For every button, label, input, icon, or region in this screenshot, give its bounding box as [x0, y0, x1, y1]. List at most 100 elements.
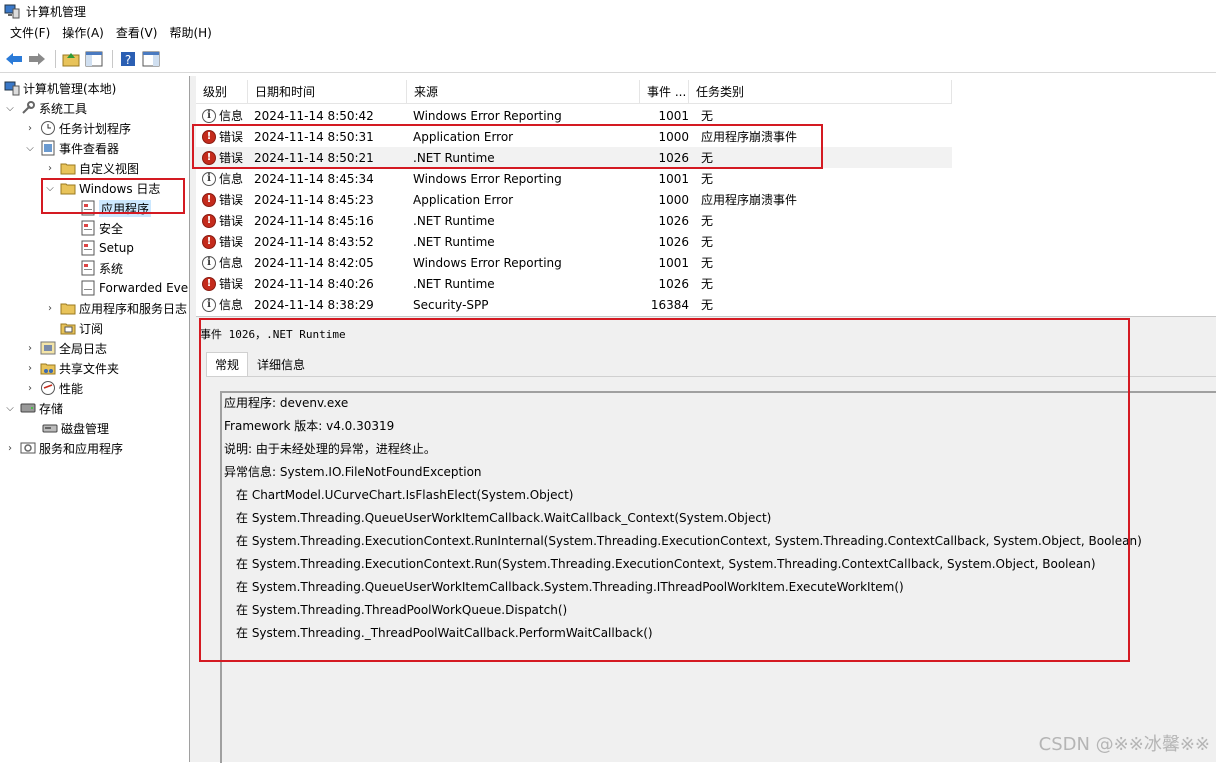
toolbar: ?	[0, 45, 1216, 73]
column-header-source[interactable]: 来源	[407, 80, 640, 104]
event-row[interactable]: i信息2024-11-14 8:45:34Windows Error Repor…	[196, 168, 952, 189]
tree-task-scheduler[interactable]: › 任务计划程序	[24, 118, 131, 138]
help-button[interactable]: ?	[118, 49, 138, 69]
chevron-down-icon[interactable]: ⌵	[24, 143, 36, 154]
event-row[interactable]: i信息2024-11-14 8:38:29Security-SPP16384无	[196, 294, 952, 315]
event-row[interactable]: !错误2024-11-14 8:45:16.NET Runtime1026无	[196, 210, 952, 231]
event-row[interactable]: !错误2024-11-14 8:50:21.NET Runtime1026无	[196, 147, 952, 168]
error-icon: !	[202, 214, 216, 228]
chevron-right-icon[interactable]: ›	[24, 123, 36, 134]
event-row[interactable]: !错误2024-11-14 8:50:31Application Error10…	[196, 126, 952, 147]
tree-shared-folders[interactable]: › 共享文件夹	[24, 358, 119, 378]
tree-storage[interactable]: ⌵ 存储	[4, 398, 63, 418]
event-row[interactable]: !错误2024-11-14 8:40:26.NET Runtime1026无	[196, 273, 952, 294]
stack-trace-line: 在 System.Threading.QueueUserWorkItemCall…	[236, 577, 904, 597]
event-id-cell: 1001	[640, 256, 689, 270]
description-line: 异常信息: System.IO.FileNotFoundException	[224, 462, 482, 482]
tree-security-log[interactable]: 安全	[80, 218, 123, 238]
tree-app-service-logs[interactable]: › 应用程序和服务日志	[44, 298, 187, 318]
column-header-event-id[interactable]: 事件 ...	[640, 80, 689, 104]
tree-label: 安全	[99, 220, 123, 237]
log-icon	[80, 220, 96, 236]
event-id-cell: 1001	[640, 172, 689, 186]
tree-global-log[interactable]: › 全局日志	[24, 338, 107, 358]
tree-custom-views[interactable]: › 自定义视图	[44, 158, 139, 178]
tree-event-viewer[interactable]: ⌵ 事件查看器	[24, 138, 119, 158]
console-tree-icon	[85, 51, 103, 67]
chevron-right-icon[interactable]: ›	[44, 303, 56, 314]
info-icon: i	[202, 172, 216, 186]
event-row[interactable]: i信息2024-11-14 8:42:05Windows Error Repor…	[196, 252, 952, 273]
event-description[interactable]: 应用程序: devenv.exe Framework 版本: v4.0.3031…	[220, 391, 1216, 763]
disk-icon	[42, 420, 58, 436]
tree-application-log[interactable]: 应用程序	[80, 198, 151, 218]
tree-label: 系统工具	[39, 100, 87, 117]
chevron-down-icon[interactable]: ⌵	[4, 103, 16, 114]
tree-system-log[interactable]: 系统	[80, 258, 123, 278]
event-row[interactable]: !错误2024-11-14 8:45:23Application Error10…	[196, 189, 952, 210]
show-action-pane-button[interactable]	[141, 49, 161, 69]
level-cell: i信息	[196, 254, 248, 271]
up-level-button[interactable]	[61, 49, 81, 69]
source-cell: .NET Runtime	[407, 235, 640, 249]
level-cell: !错误	[196, 275, 248, 292]
level-cell: !错误	[196, 233, 248, 250]
column-header-category[interactable]: 任务类别	[689, 80, 952, 104]
level-text: 信息	[219, 107, 243, 124]
computer-management-icon	[4, 3, 20, 19]
menu-file[interactable]: 文件(F)	[4, 22, 56, 45]
info-icon: i	[202, 109, 216, 123]
level-text: 信息	[219, 296, 243, 313]
source-cell: .NET Runtime	[407, 277, 640, 291]
tree-setup-log[interactable]: Setup	[80, 238, 134, 258]
menu-action[interactable]: 操作(A)	[56, 22, 110, 45]
tree-windows-logs[interactable]: ⌵ Windows 日志	[44, 178, 160, 198]
chevron-right-icon[interactable]: ›	[4, 443, 16, 454]
back-button[interactable]	[4, 49, 24, 69]
chevron-right-icon[interactable]: ›	[24, 383, 36, 394]
column-header-datetime[interactable]: 日期和时间	[248, 80, 407, 104]
show-hide-tree-button[interactable]	[84, 49, 104, 69]
category-cell: 无	[689, 212, 939, 229]
event-row[interactable]: !错误2024-11-14 8:43:52.NET Runtime1026无	[196, 231, 952, 252]
forward-button[interactable]	[27, 49, 47, 69]
help-icon: ?	[120, 51, 136, 67]
datetime-cell: 2024-11-14 8:38:29	[248, 298, 407, 312]
event-row[interactable]: i信息2024-11-14 8:50:42Windows Error Repor…	[196, 105, 952, 126]
menu-view[interactable]: 查看(V)	[110, 22, 164, 45]
tree-disk-management[interactable]: 磁盘管理	[42, 418, 109, 438]
description-line: 说明: 由于未经处理的异常，进程终止。	[224, 439, 436, 459]
tree-system-tools[interactable]: ⌵ 系统工具	[4, 98, 87, 118]
level-text: 错误	[219, 149, 243, 166]
tab-general[interactable]: 常规	[206, 352, 248, 376]
category-cell: 无	[689, 107, 939, 124]
category-cell: 应用程序崩溃事件	[689, 191, 939, 208]
chevron-right-icon[interactable]: ›	[24, 363, 36, 374]
datetime-cell: 2024-11-14 8:42:05	[248, 256, 407, 270]
tree-services-apps[interactable]: › 服务和应用程序	[4, 438, 123, 458]
event-viewer-icon	[40, 140, 56, 156]
chevron-right-icon[interactable]: ›	[24, 343, 36, 354]
tab-details[interactable]: 详细信息	[248, 352, 314, 376]
level-cell: !错误	[196, 191, 248, 208]
tree-performance[interactable]: › 性能	[24, 378, 83, 398]
category-cell: 无	[689, 170, 939, 187]
tree-subscriptions[interactable]: 订阅	[60, 318, 103, 338]
chevron-down-icon[interactable]: ⌵	[44, 183, 56, 194]
chevron-down-icon[interactable]: ⌵	[4, 403, 16, 414]
forward-arrow-icon	[28, 52, 46, 66]
log-icon	[80, 260, 96, 276]
performance-icon	[40, 380, 56, 396]
level-cell: !错误	[196, 149, 248, 166]
chevron-right-icon[interactable]: ›	[44, 163, 56, 174]
category-cell: 无	[689, 275, 939, 292]
event-list: 级别 日期和时间 来源 事件 ... 任务类别 i信息2024-11-14 8:…	[196, 80, 1216, 316]
error-icon: !	[202, 130, 216, 144]
column-header-level[interactable]: 级别	[196, 80, 248, 104]
tree-forwarded-events[interactable]: Forwarded Eve	[80, 278, 188, 298]
tree-root[interactable]: 计算机管理(本地)	[4, 78, 116, 98]
event-id-cell: 1001	[640, 109, 689, 123]
menu-help[interactable]: 帮助(H)	[163, 22, 217, 45]
stack-trace-line: 在 System.Threading._ThreadPoolWaitCallba…	[236, 623, 653, 643]
level-text: 错误	[219, 191, 243, 208]
